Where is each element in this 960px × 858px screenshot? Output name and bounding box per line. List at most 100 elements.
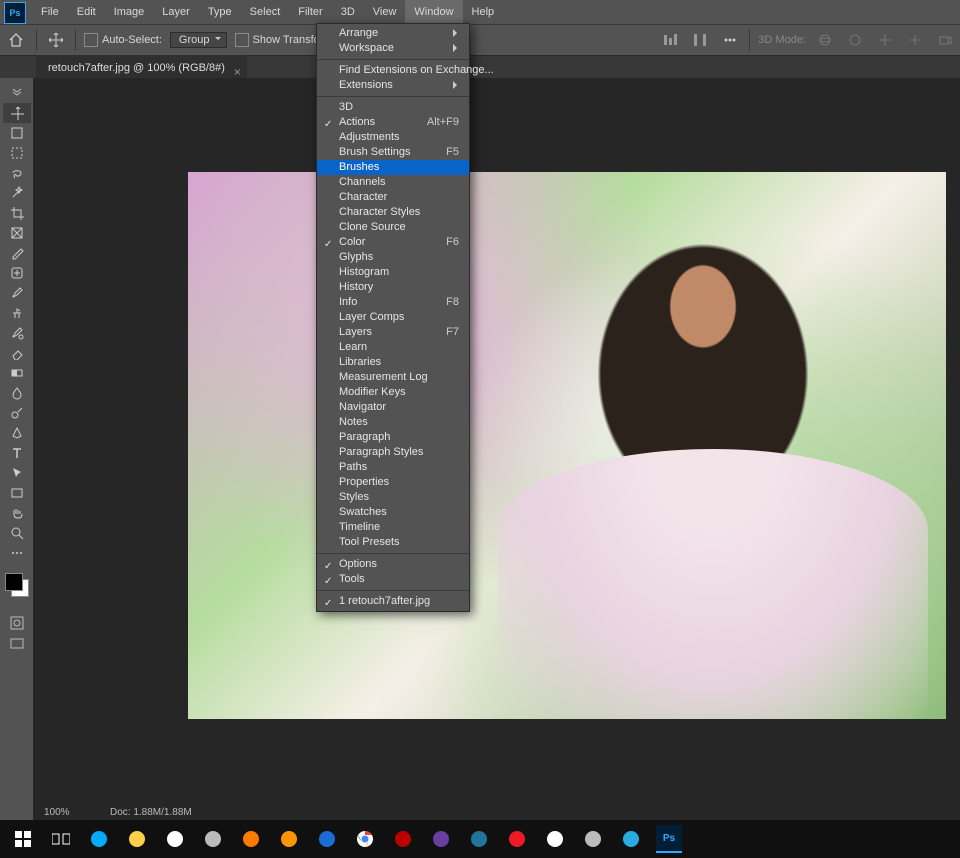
3d-roll-icon[interactable] <box>844 29 866 51</box>
menu-edit[interactable]: Edit <box>68 0 105 24</box>
menu-item-adjustments[interactable]: Adjustments <box>317 130 469 145</box>
tool-artboard[interactable] <box>3 123 31 143</box>
layer-group-dropdown[interactable]: Group <box>170 32 227 48</box>
taskbar-malwarebytes-icon[interactable] <box>308 820 346 858</box>
menu-item-swatches[interactable]: Swatches <box>317 505 469 520</box>
menu-item-arrange[interactable]: Arrange <box>317 26 469 41</box>
collapse-icon[interactable] <box>3 82 31 102</box>
menu-filter[interactable]: Filter <box>289 0 331 24</box>
taskbar-edge-icon[interactable] <box>80 820 118 858</box>
menu-item-clone-source[interactable]: Clone Source <box>317 220 469 235</box>
tool-blur[interactable] <box>3 383 31 403</box>
3d-orbit-icon[interactable] <box>814 29 836 51</box>
taskbar-task-view-icon[interactable] <box>42 820 80 858</box>
taskbar-firefox-icon[interactable] <box>270 820 308 858</box>
tool-move[interactable] <box>3 103 31 123</box>
menu-item-tools[interactable]: ✓Tools <box>317 572 469 587</box>
menu-item-styles[interactable]: Styles <box>317 490 469 505</box>
menu-item-history[interactable]: History <box>317 280 469 295</box>
menu-item-brushes[interactable]: Brushes <box>317 160 469 175</box>
menu-view[interactable]: View <box>364 0 406 24</box>
menu-item-channels[interactable]: Channels <box>317 175 469 190</box>
taskbar-file-explorer-icon[interactable] <box>118 820 156 858</box>
taskbar-adobe-icon[interactable] <box>498 820 536 858</box>
tool-eraser[interactable] <box>3 343 31 363</box>
tool-zoom[interactable] <box>3 523 31 543</box>
menu-item-character-styles[interactable]: Character Styles <box>317 205 469 220</box>
quick-mask-icon[interactable] <box>3 613 31 633</box>
menu-item-learn[interactable]: Learn <box>317 340 469 355</box>
tool-hand[interactable] <box>3 503 31 523</box>
menu-image[interactable]: Image <box>105 0 154 24</box>
menu-item-tool-presets[interactable]: Tool Presets <box>317 535 469 550</box>
tool-clone[interactable] <box>3 303 31 323</box>
menu-3d[interactable]: 3D <box>332 0 364 24</box>
tool-history-brush[interactable] <box>3 323 31 343</box>
color-swatches[interactable] <box>3 571 31 599</box>
tool-frame[interactable] <box>3 223 31 243</box>
menu-item-libraries[interactable]: Libraries <box>317 355 469 370</box>
menu-window[interactable]: Window <box>405 0 462 24</box>
tool-magic-wand[interactable] <box>3 183 31 203</box>
menu-item-actions[interactable]: ✓ActionsAlt+F9 <box>317 115 469 130</box>
home-icon[interactable] <box>4 28 28 52</box>
taskbar-start-icon[interactable] <box>4 820 42 858</box>
tool-crop[interactable] <box>3 203 31 223</box>
menu-item-paragraph[interactable]: Paragraph <box>317 430 469 445</box>
taskbar-vs-icon[interactable] <box>422 820 460 858</box>
3d-pan-icon[interactable] <box>874 29 896 51</box>
taskbar-filezilla-icon[interactable] <box>384 820 422 858</box>
taskbar-store-icon[interactable] <box>156 820 194 858</box>
taskbar-x-icon[interactable] <box>574 820 612 858</box>
tool-rectangle[interactable] <box>3 483 31 503</box>
tool-marquee[interactable] <box>3 143 31 163</box>
menu-item-paragraph-styles[interactable]: Paragraph Styles <box>317 445 469 460</box>
tool-gradient[interactable] <box>3 363 31 383</box>
screen-mode-icon[interactable] <box>3 634 31 654</box>
menu-item-layers[interactable]: LayersF7 <box>317 325 469 340</box>
menu-layer[interactable]: Layer <box>153 0 199 24</box>
align-icon[interactable] <box>659 29 681 51</box>
foreground-color-swatch[interactable] <box>5 573 23 591</box>
menu-item-properties[interactable]: Properties <box>317 475 469 490</box>
tool-lasso[interactable] <box>3 163 31 183</box>
menu-type[interactable]: Type <box>199 0 241 24</box>
menu-item-workspace[interactable]: Workspace <box>317 41 469 56</box>
menu-item-glyphs[interactable]: Glyphs <box>317 250 469 265</box>
auto-select-checkbox[interactable]: Auto-Select: <box>84 33 162 47</box>
taskbar-safari-icon[interactable] <box>612 820 650 858</box>
tool-edit-toolbar[interactable] <box>3 543 31 563</box>
menu-item-find-extensions-on-exchange-[interactable]: Find Extensions on Exchange... <box>317 63 469 78</box>
more-options-icon[interactable] <box>719 29 741 51</box>
menu-item-paths[interactable]: Paths <box>317 460 469 475</box>
menu-item-measurement-log[interactable]: Measurement Log <box>317 370 469 385</box>
menu-item-notes[interactable]: Notes <box>317 415 469 430</box>
tool-brush[interactable] <box>3 283 31 303</box>
menu-item-navigator[interactable]: Navigator <box>317 400 469 415</box>
menu-select[interactable]: Select <box>241 0 290 24</box>
3d-slide-icon[interactable] <box>904 29 926 51</box>
menu-item-layer-comps[interactable]: Layer Comps <box>317 310 469 325</box>
menu-item-color[interactable]: ✓ColorF6 <box>317 235 469 250</box>
menu-item-options[interactable]: ✓Options <box>317 557 469 572</box>
menu-item-3d[interactable]: 3D <box>317 100 469 115</box>
taskbar-u-icon-icon[interactable] <box>194 820 232 858</box>
menu-item-info[interactable]: InfoF8 <box>317 295 469 310</box>
canvas[interactable] <box>33 78 960 820</box>
menu-item-timeline[interactable]: Timeline <box>317 520 469 535</box>
tool-eyedropper[interactable] <box>3 243 31 263</box>
taskbar-mail-icon[interactable] <box>536 820 574 858</box>
menu-item-extensions[interactable]: Extensions <box>317 78 469 93</box>
menu-item-brush-settings[interactable]: Brush SettingsF5 <box>317 145 469 160</box>
menu-item-histogram[interactable]: Histogram <box>317 265 469 280</box>
tool-dodge[interactable] <box>3 403 31 423</box>
menu-file[interactable]: File <box>32 0 68 24</box>
taskbar-chrome-icon[interactable] <box>346 820 384 858</box>
menu-item-1-retouch7after-jpg[interactable]: ✓1 retouch7after.jpg <box>317 594 469 609</box>
move-tool-icon[interactable] <box>45 29 67 51</box>
tool-path-select[interactable] <box>3 463 31 483</box>
zoom-readout[interactable]: 100% <box>44 807 70 818</box>
tool-healing[interactable] <box>3 263 31 283</box>
taskbar-avast-icon[interactable] <box>232 820 270 858</box>
distribute-icon[interactable] <box>689 29 711 51</box>
